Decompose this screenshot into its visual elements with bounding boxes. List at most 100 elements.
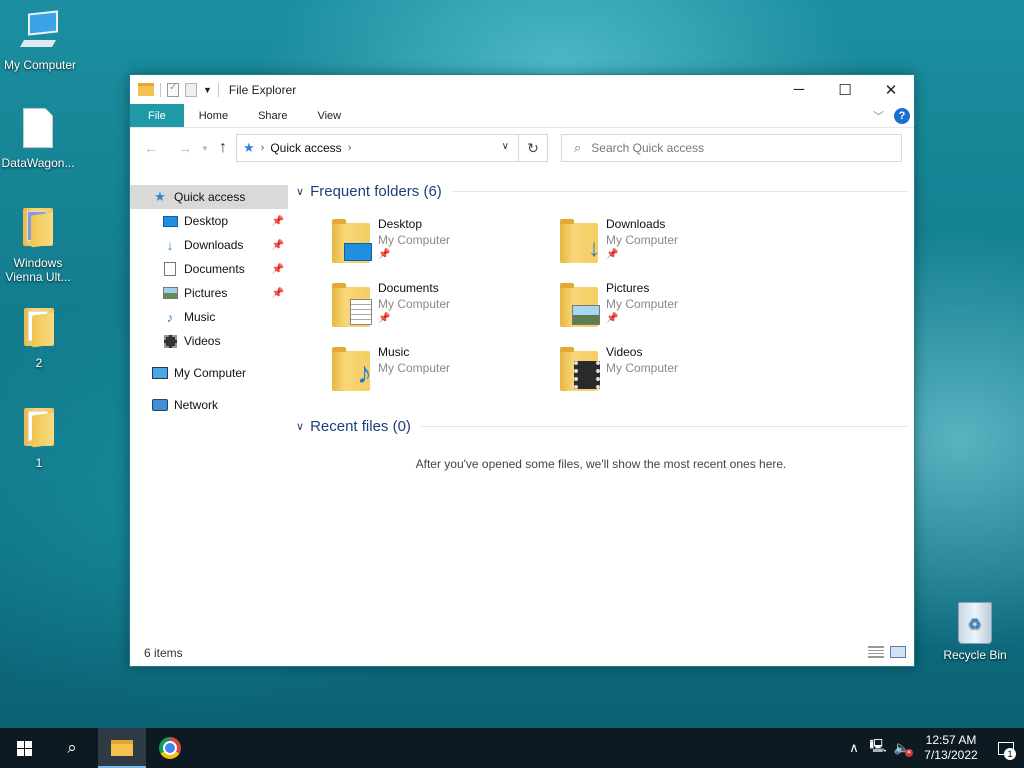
folder-tile-desktop[interactable]: Desktop My Computer 📌 bbox=[332, 217, 552, 277]
nav-item-my-computer[interactable]: My Computer bbox=[130, 361, 288, 385]
folder-tile-documents[interactable]: Documents My Computer 📌 bbox=[332, 281, 552, 341]
recent-files-header[interactable]: ∨ Recent files (0) bbox=[296, 418, 908, 435]
recent-files-empty-message: After you've opened some files, we'll sh… bbox=[415, 457, 787, 471]
downloads-folder-icon: ↓ bbox=[560, 219, 600, 263]
address-dropdown-icon[interactable]: ∨ bbox=[502, 141, 509, 152]
pin-icon[interactable]: 📌 bbox=[272, 240, 284, 251]
expand-ribbon-icon[interactable]: ﹀ bbox=[873, 108, 884, 124]
nav-item-documents[interactable]: Documents 📌 bbox=[130, 257, 288, 281]
desktop-icon-label: My Computer bbox=[3, 58, 77, 72]
show-hidden-icons-icon[interactable]: ∧ bbox=[842, 740, 866, 756]
quick-access-star-icon: ★ bbox=[243, 140, 255, 155]
videos-icon bbox=[163, 334, 177, 348]
folder-tile-music[interactable]: ♪ Music My Computer bbox=[332, 345, 552, 405]
forward-arrow-icon[interactable]: → bbox=[174, 140, 196, 156]
desktop-icon-label: DataWagon... bbox=[1, 156, 75, 170]
start-button[interactable] bbox=[0, 728, 48, 768]
taskbar-file-explorer[interactable] bbox=[98, 728, 146, 768]
folder-location: My Computer bbox=[378, 297, 451, 311]
desktop-icon-folder-2[interactable]: 2 bbox=[0, 308, 79, 370]
taskbar-chrome[interactable] bbox=[146, 728, 194, 768]
nav-item-label: Videos bbox=[184, 334, 221, 348]
frequent-folders-header[interactable]: ∨ Frequent folders (6) bbox=[296, 183, 908, 200]
tab-home[interactable]: Home bbox=[184, 104, 243, 127]
folder-tile-pictures[interactable]: Pictures My Computer 📌 bbox=[560, 281, 780, 341]
clock[interactable]: 12:57 AM 7/13/2022 bbox=[914, 733, 988, 763]
maximize-button[interactable]: ☐ bbox=[822, 75, 868, 104]
folder-name: Desktop bbox=[378, 217, 423, 231]
tab-view[interactable]: View bbox=[302, 104, 356, 127]
pin-icon[interactable]: 📌 bbox=[272, 288, 284, 299]
desktop-icon-windows-vienna[interactable]: Windows Vienna Ult... bbox=[0, 208, 78, 284]
volume-muted-icon[interactable]: 🔈 ✕ bbox=[890, 740, 914, 757]
new-folder-icon[interactable] bbox=[185, 82, 197, 97]
file-explorer-window: ▼ File Explorer ─ ☐ ✕ File Home Share Vi… bbox=[129, 74, 915, 667]
nav-item-music[interactable]: ♪ Music bbox=[130, 305, 288, 329]
computer-icon bbox=[152, 367, 168, 379]
windows-logo-icon bbox=[16, 740, 32, 756]
nav-item-downloads[interactable]: ↓ Downloads 📌 bbox=[130, 233, 288, 257]
downloads-icon: ↓ bbox=[166, 237, 174, 253]
content-pane: ∨ Frequent folders (6) Desktop My Comput… bbox=[288, 179, 914, 641]
pictures-folder-icon bbox=[560, 283, 600, 327]
chevron-down-icon[interactable]: ∨ bbox=[296, 420, 304, 433]
recent-locations-icon[interactable]: ▼ bbox=[198, 144, 212, 153]
close-button[interactable]: ✕ bbox=[868, 75, 914, 104]
notification-count: 1 bbox=[1004, 748, 1016, 760]
back-arrow-icon[interactable]: ← bbox=[140, 140, 162, 156]
search-button[interactable]: ⌕ bbox=[48, 728, 96, 768]
network-icon[interactable]: 🖳 bbox=[866, 737, 890, 759]
desktop-icon-datawagon[interactable]: DataWagon... bbox=[0, 108, 78, 170]
help-icon[interactable]: ? bbox=[894, 108, 910, 124]
address-bar[interactable]: ★ › Quick access › ∨ bbox=[236, 134, 548, 162]
title-bar[interactable]: ▼ File Explorer ─ ☐ ✕ bbox=[130, 75, 914, 104]
desktop-icon bbox=[162, 215, 178, 227]
nav-item-network[interactable]: Network bbox=[130, 393, 288, 417]
network-icon bbox=[152, 399, 168, 411]
desktop-icon-label: 2 bbox=[35, 356, 43, 370]
folder-name: Documents bbox=[378, 281, 439, 295]
window-title: File Explorer bbox=[228, 82, 297, 97]
folder-icon bbox=[19, 308, 59, 352]
up-arrow-icon[interactable]: ↑ bbox=[212, 139, 234, 157]
pin-icon[interactable]: 📌 bbox=[272, 264, 284, 275]
nav-item-videos[interactable]: Videos bbox=[130, 329, 288, 353]
document-icon bbox=[18, 108, 58, 152]
action-center-button[interactable]: 1 bbox=[988, 728, 1024, 768]
pin-icon: 📌 bbox=[606, 249, 619, 260]
nav-item-quick-access[interactable]: ★ Quick access bbox=[130, 185, 288, 209]
desktop-icon-my-computer[interactable]: My Computer bbox=[0, 10, 80, 72]
customize-toolbar-dropdown[interactable]: ▼ bbox=[203, 85, 212, 95]
chevron-right-icon[interactable]: › bbox=[348, 142, 352, 154]
search-input[interactable]: ⌕ Search Quick access bbox=[561, 134, 902, 162]
chevron-right-icon[interactable]: › bbox=[261, 142, 265, 154]
large-icons-view-icon[interactable] bbox=[890, 646, 906, 658]
desktop-icon-folder-1[interactable]: 1 bbox=[0, 408, 79, 470]
chrome-icon bbox=[159, 737, 181, 759]
clock-time: 12:57 AM bbox=[925, 733, 977, 747]
folder-name: Downloads bbox=[606, 217, 666, 231]
search-icon: ⌕ bbox=[67, 738, 77, 757]
properties-icon[interactable] bbox=[167, 82, 179, 97]
tab-share[interactable]: Share bbox=[243, 104, 302, 127]
tab-file[interactable]: File bbox=[130, 104, 184, 127]
file-explorer-icon bbox=[111, 740, 133, 756]
refresh-button[interactable]: ↻ bbox=[518, 134, 548, 162]
folder-tile-videos[interactable]: Videos My Computer bbox=[560, 345, 780, 405]
desktop-icon-recycle-bin[interactable]: ♻ Recycle Bin bbox=[934, 602, 1016, 662]
details-view-icon[interactable] bbox=[868, 646, 884, 658]
nav-item-label: Documents bbox=[184, 262, 245, 276]
star-icon: ★ bbox=[154, 189, 166, 204]
computer-icon bbox=[19, 10, 60, 54]
pin-icon: 📌 bbox=[606, 313, 619, 324]
folder-icon bbox=[19, 408, 59, 452]
chevron-down-icon[interactable]: ∨ bbox=[296, 185, 304, 198]
group-title: Frequent folders (6) bbox=[310, 183, 442, 200]
recycle-bin-icon: ♻ bbox=[958, 602, 992, 644]
minimize-button[interactable]: ─ bbox=[776, 75, 822, 104]
nav-item-desktop[interactable]: Desktop 📌 bbox=[130, 209, 288, 233]
nav-item-pictures[interactable]: Pictures 📌 bbox=[130, 281, 288, 305]
folder-tile-downloads[interactable]: ↓ Downloads My Computer 📌 bbox=[560, 217, 780, 277]
address-path[interactable]: Quick access bbox=[270, 141, 341, 155]
pin-icon[interactable]: 📌 bbox=[272, 216, 284, 227]
